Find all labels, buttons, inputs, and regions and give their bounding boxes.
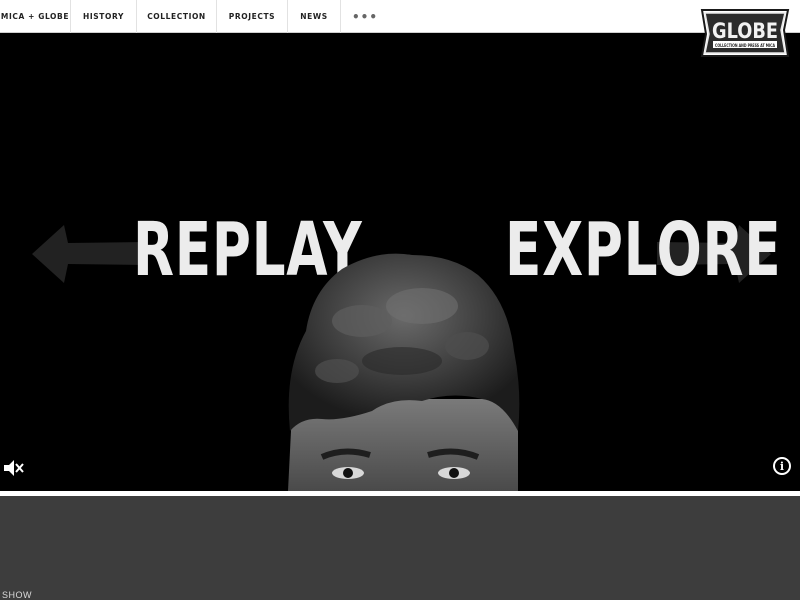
nav-item-mica-globe[interactable]: MICA + GLOBE [0,0,71,33]
left-arrow-icon[interactable] [30,221,148,287]
info-icon[interactable]: i [773,457,791,475]
top-navigation: MICA + GLOBE HISTORY COLLECTION PROJECTS… [0,0,800,33]
globe-logo[interactable]: GLOBE COLLECTION AND PRESS AT MICA [700,8,790,58]
nav-item-projects[interactable]: PROJECTS [217,0,288,33]
explore-link[interactable]: EXPLORE [505,213,781,287]
portrait-image [288,253,520,491]
more-icon[interactable]: ••• [341,0,389,33]
mute-icon[interactable] [2,457,24,479]
nav-item-collection[interactable]: COLLECTION [137,0,217,33]
hero-video[interactable]: REPLAY EXPLORE i [0,33,800,491]
lower-section [0,496,800,600]
nav-item-news[interactable]: NEWS [288,0,341,33]
logo-subtitle: COLLECTION AND PRESS AT MICA [715,43,775,49]
nav-list: MICA + GLOBE HISTORY COLLECTION PROJECTS… [0,0,389,33]
logo-title: GLOBE [712,19,778,43]
nav-item-history[interactable]: HISTORY [71,0,137,33]
show-label[interactable]: SHOW [2,590,32,600]
